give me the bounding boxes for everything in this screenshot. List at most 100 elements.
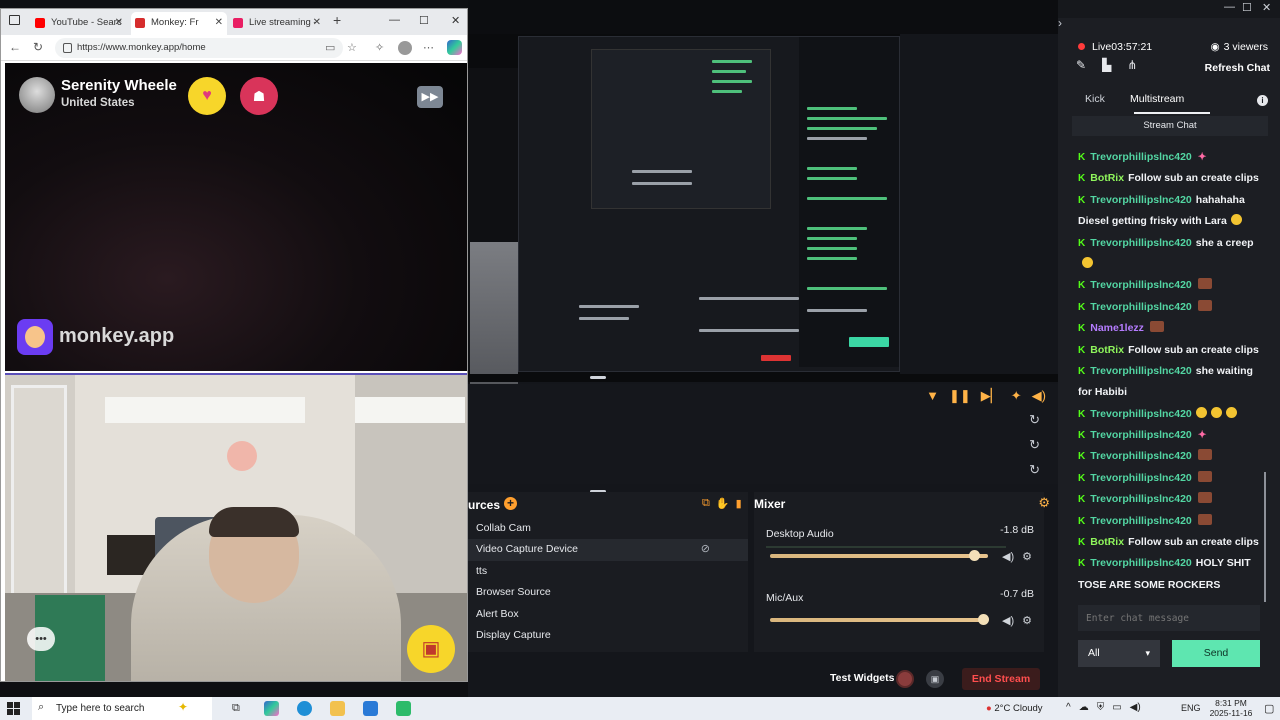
chat-username[interactable]: Name1lezz (1090, 322, 1144, 334)
minimize-icon[interactable]: — (1224, 1, 1235, 13)
refresh-icon[interactable]: ↻ (33, 40, 43, 54)
copilot-icon[interactable] (264, 701, 279, 716)
close-icon[interactable]: ✕ (1262, 1, 1271, 14)
file-explorer-icon[interactable] (330, 701, 345, 716)
camera-icon[interactable]: ▣ (926, 670, 944, 688)
source-item-display-capture[interactable]: Display Capture (468, 625, 748, 646)
chevron-right-icon[interactable]: › (1058, 16, 1062, 30)
source-item-video-capture[interactable]: Video Capture Device ⊘ (468, 539, 748, 561)
refresh-icon[interactable]: ↻ (1029, 462, 1040, 478)
send-button[interactable]: Send (1172, 640, 1260, 667)
heart-badge-icon[interactable]: ♥ (188, 77, 226, 115)
visibility-hidden-icon[interactable]: ⊘ (701, 539, 710, 560)
info-icon[interactable]: i (1257, 95, 1268, 106)
speaker-icon[interactable]: ◀) (1002, 614, 1014, 627)
maximize-icon[interactable]: ☐ (419, 14, 429, 27)
gear-icon[interactable]: ⚙ (1022, 614, 1032, 627)
chat-username[interactable]: Trevorphillipslnc420 (1090, 279, 1192, 291)
back-icon[interactable]: ← (9, 40, 21, 54)
gear-icon[interactable]: ⚙ (1022, 550, 1032, 563)
chevron-up-icon[interactable]: ^ (1066, 702, 1071, 713)
folder-icon[interactable]: ▮ (736, 497, 742, 510)
chat-username[interactable]: Trevorphillipslnc420 (1090, 194, 1192, 206)
refresh-icon[interactable]: ↻ (1029, 437, 1040, 453)
gear-icon[interactable]: ⚙ (1038, 495, 1050, 511)
popout-icon[interactable]: ▙ (1102, 58, 1111, 72)
chat-input[interactable] (1078, 605, 1260, 631)
chat-username[interactable]: Trevorphillipslnc420 (1090, 408, 1192, 420)
end-stream-button[interactable]: End Stream (962, 668, 1040, 690)
volume-slider[interactable] (770, 550, 988, 561)
browser-tab-live-streaming[interactable]: Live streaming - ✕ (229, 12, 325, 35)
source-item-browser-source[interactable]: Browser Source (468, 582, 748, 603)
close-icon[interactable]: ✕ (313, 12, 321, 34)
filter-icon[interactable]: ▼ (926, 388, 939, 404)
chat-username[interactable]: Trevorphillipslnc420 (1090, 237, 1192, 249)
resize-grip[interactable] (590, 376, 606, 379)
speaker-icon[interactable]: ◀) (1002, 550, 1014, 563)
source-item-alert-box[interactable]: Alert Box (468, 604, 748, 625)
maximize-icon[interactable]: ☐ (1242, 1, 1252, 14)
browser-tab-youtube[interactable]: YouTube - Searc ✕ (31, 12, 127, 35)
pause-icon[interactable]: ❚❚ (949, 388, 971, 404)
edit-icon[interactable]: ✎ (1076, 58, 1086, 72)
onedrive-icon[interactable]: ☁ (1079, 702, 1089, 713)
chat-scrollbar[interactable] (1264, 472, 1266, 602)
lock-icon[interactable] (63, 43, 72, 53)
clean-icon[interactable]: ✦ (1011, 388, 1022, 404)
app-available-icon[interactable]: ▭ (325, 41, 335, 54)
url-field[interactable]: https://www.monkey.app/home ▭ (55, 38, 343, 58)
more-menu-icon[interactable]: ⋯ (423, 41, 434, 54)
streamlabs-icon[interactable] (396, 701, 411, 716)
copilot-icon[interactable] (447, 40, 462, 55)
avatar[interactable] (19, 77, 55, 113)
mail-icon[interactable] (363, 701, 378, 716)
tab-actions-icon[interactable] (9, 15, 20, 25)
record-button[interactable] (896, 670, 914, 688)
add-source-icon[interactable]: + (504, 497, 517, 510)
language-indicator[interactable]: ENG (1181, 703, 1201, 713)
chat-username[interactable]: Trevorphillipslnc420 (1090, 301, 1192, 313)
refresh-icon[interactable]: ↻ (1029, 412, 1040, 428)
security-icon[interactable]: ⛨ (1097, 702, 1105, 713)
chat-username[interactable]: Trevorphillipslnc420 (1090, 429, 1192, 441)
edge-icon[interactable] (297, 701, 312, 716)
task-view-icon[interactable]: ⧉ (232, 702, 240, 715)
windows-start-icon[interactable] (7, 702, 20, 715)
slider-handle[interactable] (977, 614, 989, 625)
slider-handle[interactable] (968, 550, 980, 561)
chat-username[interactable]: Trevorphillipslnc420 (1090, 515, 1192, 527)
gift-icon[interactable]: ▣ (407, 625, 455, 673)
volume-icon[interactable]: ◀) (1032, 388, 1046, 404)
refresh-chat-button[interactable]: Refresh Chat (1205, 62, 1270, 74)
profile-avatar[interactable] (398, 41, 412, 55)
chat-platform-select[interactable]: All ▾ (1078, 640, 1160, 667)
extensions-icon[interactable]: ✧ (375, 41, 384, 54)
preview-divider[interactable] (468, 374, 1058, 382)
chat-username[interactable]: Trevorphillipslnc420 (1090, 450, 1192, 462)
tab-kick[interactable]: Kick (1085, 93, 1105, 105)
network-icon[interactable]: ▭ (1112, 702, 1121, 713)
hand-icon[interactable]: ✋ (716, 497, 730, 510)
weather-widget[interactable]: ● 2°C Cloudy (986, 703, 1043, 714)
chat-username[interactable]: Trevorphillipslnc420 (1090, 365, 1192, 377)
chat-bubble-icon[interactable]: ••• (27, 627, 55, 651)
taskbar-search[interactable]: ⌕ Type here to search ✦ (32, 697, 212, 720)
chat-username[interactable]: Trevorphillipslnc420 (1090, 472, 1192, 484)
minimize-icon[interactable]: — (389, 14, 400, 26)
browser-tab-monkey[interactable]: Monkey: Fr ✕ (131, 12, 227, 35)
transform-icon[interactable]: ⧉ (702, 497, 710, 510)
clock[interactable]: 8:31 PM 2025-11-16 (1206, 698, 1256, 718)
chat-username[interactable]: BotRix (1090, 172, 1124, 184)
notifications-icon[interactable]: ▢ (1264, 702, 1274, 715)
obs-preview[interactable] (468, 34, 900, 408)
new-tab-icon[interactable]: + (333, 12, 341, 28)
chat-username[interactable]: Trevorphillipslnc420 (1090, 151, 1192, 163)
chat-username[interactable]: Trevorphillipslnc420 (1090, 493, 1192, 505)
tab-multistream[interactable]: Multistream (1130, 93, 1184, 105)
test-widgets-button[interactable]: Test Widgets (830, 672, 894, 684)
close-icon[interactable]: ✕ (115, 12, 123, 34)
chat-username[interactable]: Trevorphillipslnc420 (1090, 557, 1192, 569)
volume-icon[interactable]: ◀) (1130, 702, 1141, 713)
close-icon[interactable]: ✕ (215, 12, 223, 34)
